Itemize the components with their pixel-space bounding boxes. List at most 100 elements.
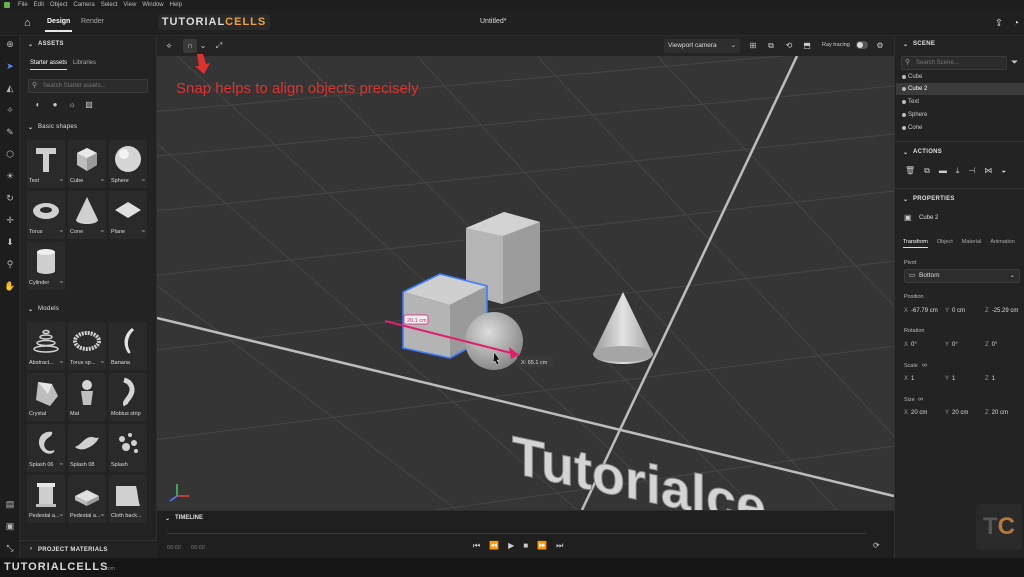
skip-end-icon[interactable]: ⏭ <box>556 541 563 551</box>
delete-icon[interactable]: 🗑 <box>905 166 915 176</box>
subtab-libraries[interactable]: Libraries <box>73 60 96 66</box>
scene-item-sphere[interactable]: Sphere <box>896 109 1024 121</box>
material-icon[interactable]: ◒ <box>1001 166 1006 176</box>
tab-animation[interactable]: Animation <box>990 239 1014 248</box>
tab-render[interactable]: Render <box>81 18 104 25</box>
assets-collapse-icon[interactable]: ⌄ <box>28 41 33 48</box>
skip-start-icon[interactable]: ⏮ <box>473 541 480 551</box>
settings-icon[interactable]: ⚙ <box>874 39 886 53</box>
menu-window[interactable]: Window <box>142 2 163 8</box>
scale-x-field[interactable]: X1 <box>904 376 914 382</box>
filter-lights-icon[interactable]: ☼ <box>67 100 77 110</box>
step-forward-icon[interactable]: ⏩ <box>537 541 547 551</box>
link-icon[interactable]: ∞ <box>918 396 923 403</box>
asset-cylinder[interactable]: Cylinder ≈ <box>27 242 65 290</box>
asset-torus-spring[interactable]: Torus sp... ≈ <box>68 322 106 370</box>
position-x-field[interactable]: X -67.79 cm <box>904 308 938 314</box>
menu-camera[interactable]: Camera <box>73 2 94 8</box>
timeline-track[interactable] <box>167 533 867 534</box>
rotation-x-field[interactable]: X 0° <box>904 342 917 348</box>
brush-icon[interactable]: ✎ <box>4 126 16 138</box>
scale-y-field[interactable]: Y1 <box>945 376 955 382</box>
asset-pedestal-b[interactable]: Pedestal a... ≈ <box>68 475 106 523</box>
camera-add-icon[interactable]: ⊞ <box>747 39 759 53</box>
menu-view[interactable]: View <box>123 2 136 8</box>
tab-material[interactable]: Material <box>962 239 982 248</box>
assets-search-input[interactable]: ⚲ Search Starter assets... <box>28 79 148 93</box>
asset-cube[interactable]: Cube ≈ <box>68 140 106 188</box>
menu-help[interactable]: Help <box>170 2 182 8</box>
stop-icon[interactable]: ■ <box>523 541 528 551</box>
user-icon[interactable]: ◔ <box>1010 18 1022 30</box>
add-icon[interactable]: ⊕ <box>4 38 16 50</box>
tab-transform[interactable]: Transform <box>903 239 928 248</box>
basic-shapes-collapse-icon[interactable]: ⌄ <box>28 124 33 131</box>
link-icon[interactable]: ∞ <box>922 362 927 369</box>
move-tool-icon[interactable]: ✛ <box>4 214 16 226</box>
filter-icon[interactable]: ⏷ <box>1011 57 1018 68</box>
step-back-icon[interactable]: ⏪ <box>489 541 499 551</box>
asset-cloth-backdrop[interactable]: Cloth back... <box>109 475 147 523</box>
tab-object[interactable]: Object <box>937 239 953 248</box>
asset-text[interactable]: Text ≈ <box>27 140 65 188</box>
camera-select[interactable]: Viewport camera ⌄ <box>664 39 740 53</box>
hand-tool-icon[interactable]: ✋ <box>4 280 16 292</box>
share-icon[interactable]: ⇪ <box>993 18 1005 30</box>
snap-magnet-icon[interactable]: ∩ <box>183 39 197 53</box>
asset-plane[interactable]: Plane ≈ <box>109 191 147 239</box>
scene-collapse-icon[interactable]: ⌄ <box>903 41 908 48</box>
scene-search-input[interactable]: ⚲ Search Scene... <box>901 56 1007 70</box>
panel-toggle-icon[interactable]: ▤ <box>4 498 16 510</box>
ray-tracing-toggle[interactable] <box>856 41 868 49</box>
menu-file[interactable]: File <box>18 2 28 8</box>
asset-crystal[interactable]: Crystal <box>27 373 65 421</box>
connect-objects-icon[interactable]: ⟡ <box>163 39 175 53</box>
properties-collapse-icon[interactable]: ⌄ <box>903 196 908 203</box>
fill-tool-icon[interactable]: ◭ <box>4 82 16 94</box>
mirror-icon[interactable]: ⋈ <box>984 166 992 176</box>
timeline-collapse-icon[interactable]: ⌄ <box>165 515 170 522</box>
asset-abstract[interactable]: Abstract... ≈ <box>27 322 65 370</box>
asset-mat[interactable]: Mat <box>68 373 106 421</box>
filter-images-icon[interactable]: ▨ <box>84 100 94 110</box>
asset-splash-08[interactable]: Splash 08 <box>68 424 106 472</box>
rotate-tool-icon[interactable]: ↻ <box>4 192 16 204</box>
models-collapse-icon[interactable]: ⌄ <box>28 306 33 313</box>
rotation-y-field[interactable]: Y 0° <box>945 342 958 348</box>
size-y-field[interactable]: Y 20 cm <box>945 410 968 416</box>
menu-edit[interactable]: Edit <box>34 2 44 8</box>
connect-icon[interactable]: ⤡ <box>4 542 16 554</box>
project-materials-section[interactable]: › PROJECT MATERIALS <box>20 540 157 558</box>
subtab-starter-assets[interactable]: Starter assets <box>30 60 68 70</box>
scene-item-cube-2[interactable]: Cube 2 <box>896 83 1024 95</box>
select-tool-icon[interactable]: ➤ <box>4 60 16 72</box>
play-icon[interactable]: ▶ <box>508 541 514 551</box>
tab-design[interactable]: Design <box>44 18 73 32</box>
library-icon[interactable]: ▣ <box>4 520 16 532</box>
menu-select[interactable]: Select <box>101 2 118 8</box>
asset-splash[interactable]: Splash <box>109 424 147 472</box>
scale-z-field[interactable]: Z1 <box>985 376 995 382</box>
filter-materials-icon[interactable]: ● <box>50 100 60 110</box>
transform-icon[interactable]: ⤢ <box>213 39 225 53</box>
viewport-canvas[interactable]: Tutorialce 20.1 cm X: 65.1 cm <box>157 56 894 510</box>
position-z-field[interactable]: Z -25.29 cm <box>985 308 1018 314</box>
cube-tool-icon[interactable]: ⬡ <box>4 148 16 160</box>
scene-item-cube[interactable]: Cube <box>896 71 1024 83</box>
asset-banana[interactable]: Banana <box>109 322 147 370</box>
asset-pedestal-a[interactable]: Pedestal a... ≈ <box>27 475 65 523</box>
magic-wand-icon[interactable]: ✧ <box>4 104 16 116</box>
asset-cone[interactable]: Cone ≈ <box>68 191 106 239</box>
render-preview-icon[interactable]: ⬒ <box>801 39 813 53</box>
drop-to-ground-icon[interactable]: ⤓ <box>956 166 960 176</box>
light-tool-icon[interactable]: ☀ <box>4 170 16 182</box>
asset-mobius-strip[interactable]: Mobius strip <box>109 373 147 421</box>
position-y-field[interactable]: Y0 cm <box>945 308 965 314</box>
group-icon[interactable]: ▬ <box>939 166 947 176</box>
asset-splash-06[interactable]: Splash 06 ≈ <box>27 424 65 472</box>
home-icon[interactable]: ⌂ <box>24 17 36 29</box>
align-icon[interactable]: ⊣ <box>968 166 975 176</box>
duplicate-icon[interactable]: ⧉ <box>924 166 930 176</box>
scene-item-cone[interactable]: Cone <box>896 122 1024 134</box>
camera-rotate-icon[interactable]: ⟲ <box>783 39 795 53</box>
